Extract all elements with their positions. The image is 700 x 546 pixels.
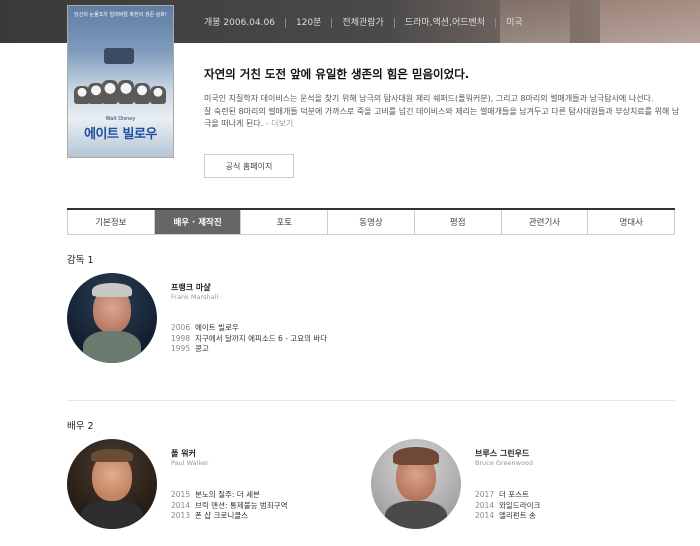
synopsis-line: 미국인 지질학자 데이비스는 운석을 찾기 위해 남극의 탐사대원 제리 쉐퍼드… xyxy=(204,94,654,103)
person-name[interactable]: 프랭크 마샬 xyxy=(171,282,211,293)
official-homepage-button[interactable]: 공식 홈페이지 xyxy=(204,154,294,178)
runtime: 120분 xyxy=(284,18,331,28)
movie-meta: 개봉 2006.04.06 120분 전체관람가 드라마,액션,어드벤처 미국 xyxy=(204,18,533,28)
filmography-item[interactable]: 2014 엘리펀트 송 xyxy=(475,511,540,522)
filmography-item[interactable]: 1995 콩고 xyxy=(171,344,327,355)
filmography-item[interactable]: 2013 폰 샵 크로니클스 xyxy=(171,511,287,522)
filmography: 2017 더 포스트 2014 와일드라이크 2014 엘리펀트 송 xyxy=(475,490,540,522)
person-name-english: Bruce Greenwood xyxy=(475,459,533,467)
tab-quotes[interactable]: 명대사 xyxy=(587,210,676,234)
filmography: 2006 에이트 빌로우 1998 지구에서 달까지 에피소드 6 - 고요의 바다… xyxy=(171,323,327,355)
person-name[interactable]: 폴 워커 xyxy=(171,448,196,459)
person-name[interactable]: 브루스 그린우드 xyxy=(475,448,529,459)
poster-sled xyxy=(104,48,134,64)
poster-dogs-illustration xyxy=(74,64,167,104)
tab-news[interactable]: 관련기사 xyxy=(500,210,588,234)
person-name-english: Frank Marshall xyxy=(171,293,219,301)
synopsis-text: 미국인 지질학자 데이비스는 운석을 찾기 위해 남극의 탐사대원 제리 쉐퍼드… xyxy=(204,93,680,131)
tab-cast-crew[interactable]: 배우 · 제작진 xyxy=(153,210,241,234)
poster-tagline: 당신의 눈물조차 얼려버릴 혹한의 생존 실화! xyxy=(74,12,167,18)
movie-poster: 당신의 눈물조차 얼려버릴 혹한의 생존 실화! Walt Disney 에이트… xyxy=(67,5,174,158)
tab-video[interactable]: 동영상 xyxy=(327,210,414,234)
banner-still-image xyxy=(600,0,700,43)
genre: 드라마,액션,어드벤처 xyxy=(393,18,495,28)
filmography-item[interactable]: 2015 분노의 질주: 더 세븐 xyxy=(171,490,287,501)
country: 미국 xyxy=(495,18,533,28)
avatar-bruce-greenwood[interactable] xyxy=(371,439,461,529)
person-name-english: Paul Walker xyxy=(171,459,209,467)
tab-rating[interactable]: 평점 xyxy=(413,210,501,234)
avatar-frank-marshall[interactable] xyxy=(67,273,157,363)
filmography-item[interactable]: 2017 더 포스트 xyxy=(475,490,540,501)
more-link[interactable]: - 더보기 xyxy=(266,119,294,128)
filmography-item[interactable]: 2014 와일드라이크 xyxy=(475,501,540,512)
rating: 전체관람가 xyxy=(331,18,393,28)
synopsis-line: 잘 숙련된 8마리의 썰매개들 덕분에 가까스로 죽을 고비를 넘긴 데이비스와… xyxy=(204,106,680,116)
tab-basic-info[interactable]: 기본정보 xyxy=(67,210,154,234)
release-date: 개봉 2006.04.06 xyxy=(204,18,275,28)
director-section-title: 감독 1 xyxy=(67,255,94,266)
filmography-item[interactable]: 2006 에이트 빌로우 xyxy=(171,323,327,334)
synopsis-line: 극을 떠나게 된다. - 더보기 xyxy=(204,119,294,128)
movie-tabs: 기본정보 배우 · 제작진 포토 동영상 평점 관련기사 명대사 xyxy=(67,208,676,235)
tab-photo[interactable]: 포토 xyxy=(240,210,327,234)
filmography-item[interactable]: 2014 브릭 맨션: 통제불능 범죄구역 xyxy=(171,501,287,512)
actor-section-title: 배우 2 xyxy=(67,421,94,432)
filmography-item[interactable]: 1998 지구에서 달까지 에피소드 6 - 고요의 바다 xyxy=(171,334,327,345)
avatar-paul-walker[interactable] xyxy=(67,439,157,529)
poster-title: 에이트 빌로우 xyxy=(84,127,157,142)
section-divider xyxy=(67,400,675,401)
synopsis-headline: 자연의 거친 도전 앞에 유일한 생존의 힘은 믿음이었다. xyxy=(204,67,470,81)
poster-studio: Walt Disney xyxy=(105,116,136,122)
filmography: 2015 분노의 질주: 더 세븐 2014 브릭 맨션: 통제불능 범죄구역 20… xyxy=(171,490,287,522)
